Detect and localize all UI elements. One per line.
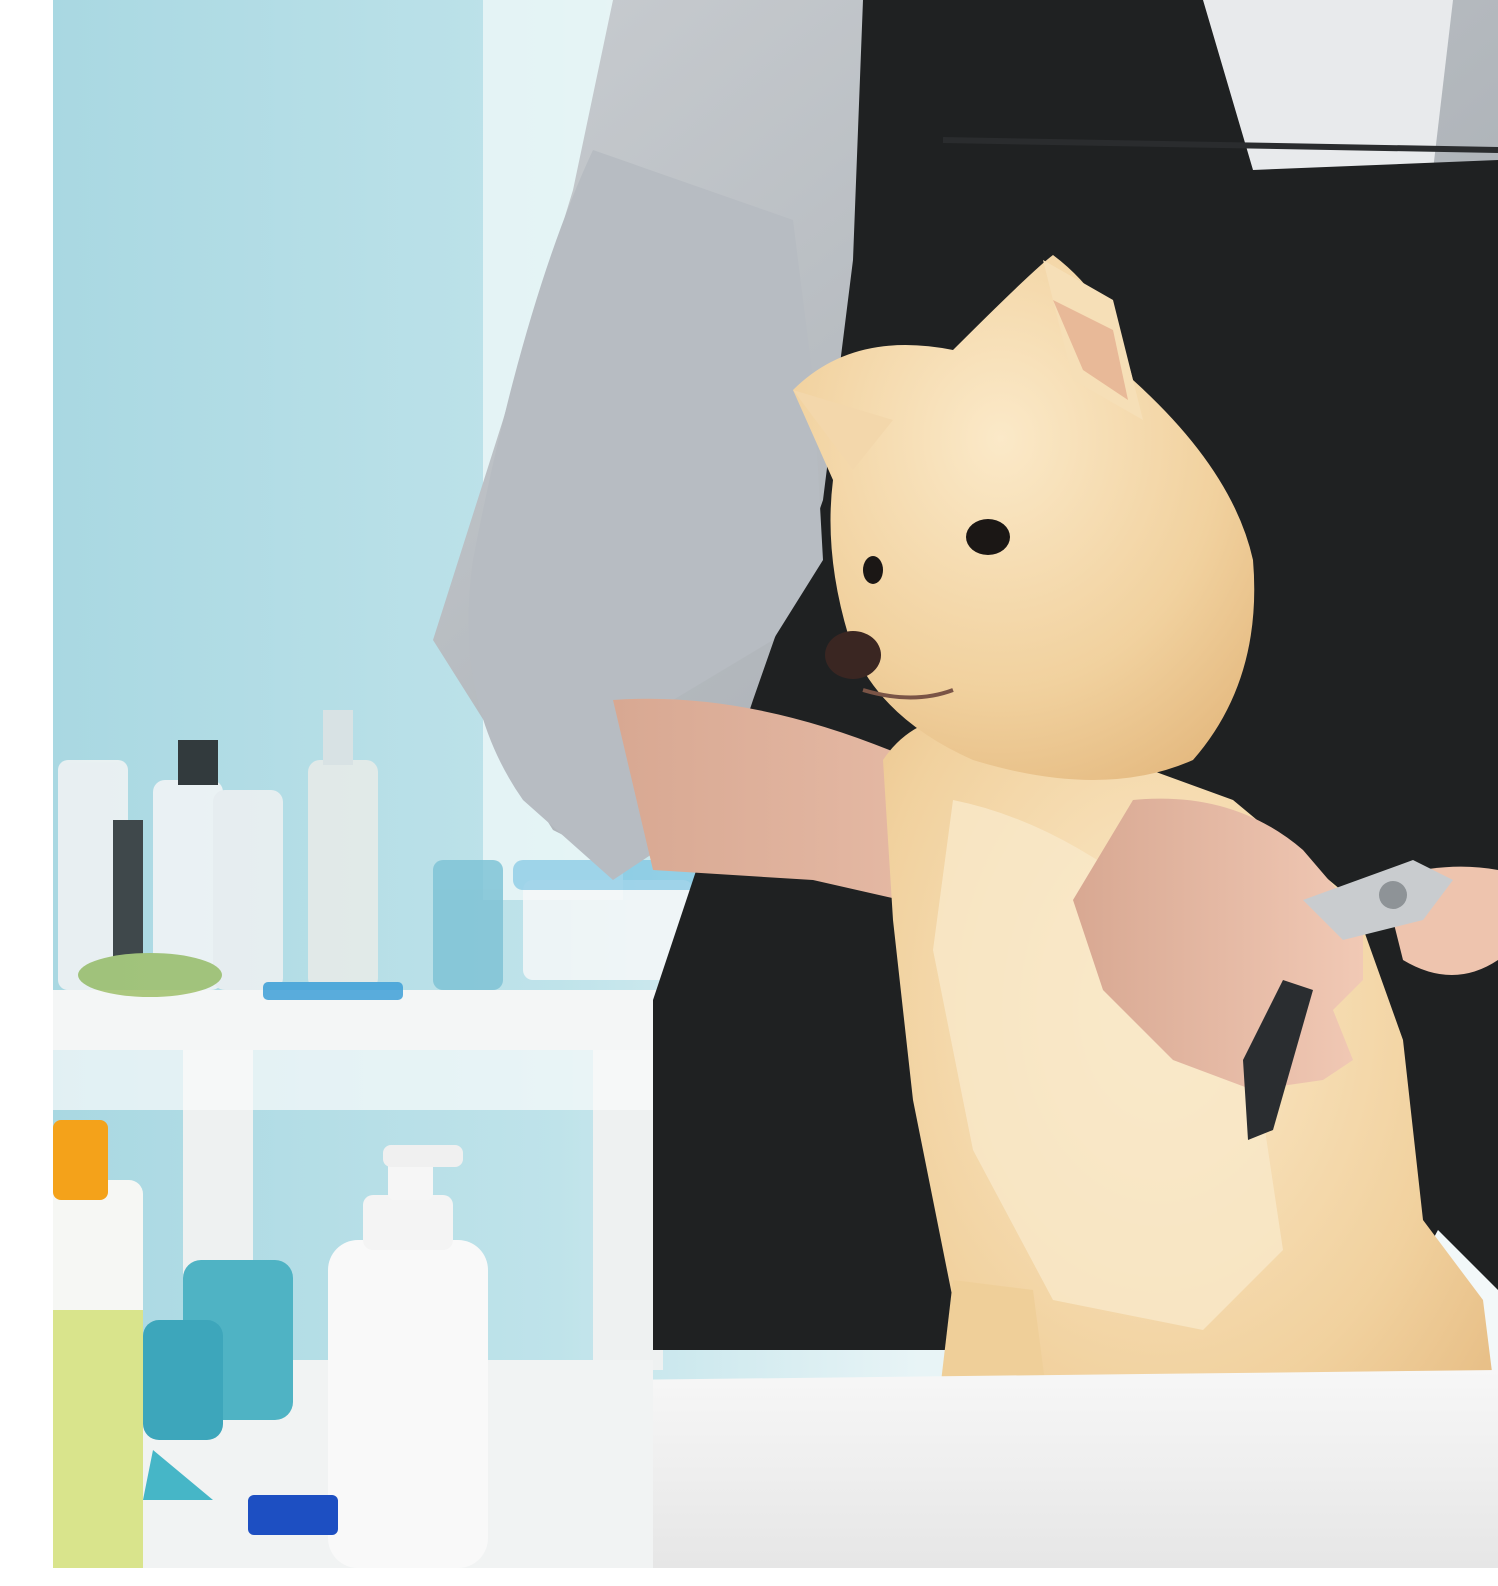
page-margin-bottom xyxy=(0,1568,1498,1586)
photo-dog-icon xyxy=(53,0,1498,1568)
grooming-towel xyxy=(593,1370,1498,1568)
grooming-photo xyxy=(53,0,1498,1568)
blue-comb xyxy=(248,1495,338,1535)
dog-eye-right xyxy=(966,519,1010,555)
dog-eye-left xyxy=(863,556,883,584)
yellow-bottle xyxy=(53,1120,143,1568)
dog-nose xyxy=(825,631,881,679)
page-margin-left xyxy=(0,0,53,1586)
